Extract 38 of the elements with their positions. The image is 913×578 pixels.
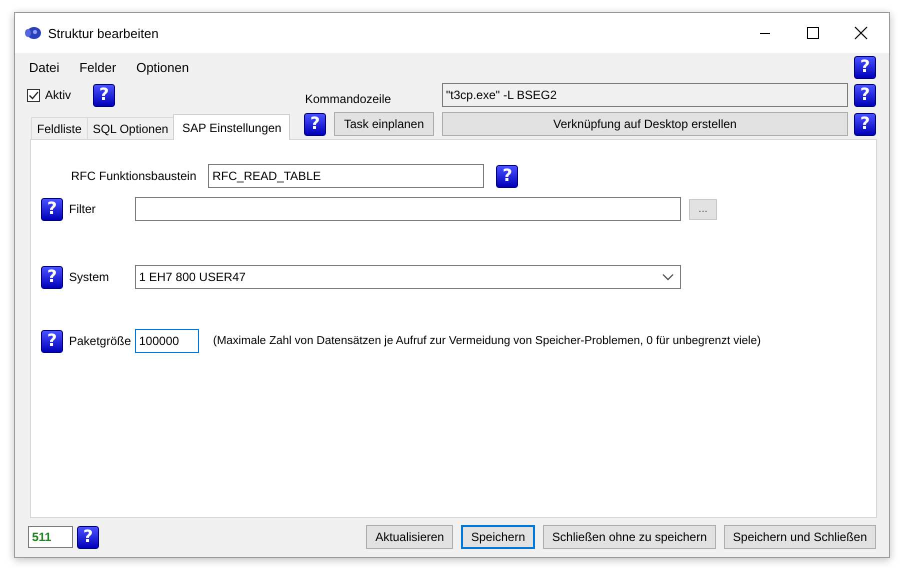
help-button[interactable]: ?: [304, 112, 326, 136]
field-label: Paketgröße: [68, 334, 132, 348]
hint-text: (Maximale Zahl von Datensätzen je Aufruf zur Vermeidung von Speicher-Problemen, 0 für unbegrenzt viele): [213, 335, 761, 347]
menu-item[interactable]: Felder: [79, 60, 116, 74]
help-button[interactable]: ?: [41, 198, 63, 220]
number-field[interactable]: 100000: [135, 329, 199, 353]
help-button[interactable]: ?: [77, 526, 99, 548]
footer-button[interactable]: Speichern und Schließen: [724, 525, 876, 549]
window-title: Struktur bearbeiten: [48, 26, 160, 40]
help-button[interactable]: ?: [854, 84, 876, 106]
field-label: Kommandozeile: [304, 92, 392, 108]
count-field: 511: [28, 526, 73, 548]
text-field[interactable]: RFC_READ_TABLE: [208, 164, 484, 188]
browse-button[interactable]: ...: [689, 198, 717, 220]
task-button[interactable]: Task einplanen: [334, 112, 434, 136]
tab[interactable]: SAP Einstellungen: [173, 114, 290, 140]
footer-button[interactable]: Aktualisieren: [366, 525, 454, 549]
app-icon: [24, 26, 42, 40]
help-button[interactable]: ?: [41, 266, 63, 288]
shortcut-button[interactable]: Verknüpfung auf Desktop erstellen: [442, 112, 848, 136]
menu-item[interactable]: Optionen: [136, 60, 189, 74]
aktiv-checkbox[interactable]: Aktiv: [27, 88, 72, 102]
chevron-down-icon: [662, 273, 674, 281]
footer-button[interactable]: Schließen ohne zu speichern: [543, 525, 716, 549]
system-dropdown[interactable]: 1 EH7 800 USER47: [135, 265, 681, 289]
footer-button[interactable]: Speichern: [461, 525, 536, 549]
help-button[interactable]: ?: [854, 56, 876, 78]
menu-item[interactable]: Datei: [29, 60, 60, 74]
command-line-field[interactable]: "t3cp.exe" -L BSEG2: [442, 83, 848, 107]
field-label: Filter: [68, 202, 97, 216]
filter-field[interactable]: [135, 197, 681, 221]
help-button[interactable]: ?: [41, 330, 63, 352]
help-button[interactable]: ?: [93, 84, 116, 106]
help-button[interactable]: ?: [854, 112, 876, 136]
field-label: System: [68, 270, 110, 284]
help-button[interactable]: ?: [496, 164, 518, 188]
field-label: RFC Funktionsbaustein: [71, 169, 196, 183]
tab[interactable]: Feldliste: [31, 117, 88, 139]
